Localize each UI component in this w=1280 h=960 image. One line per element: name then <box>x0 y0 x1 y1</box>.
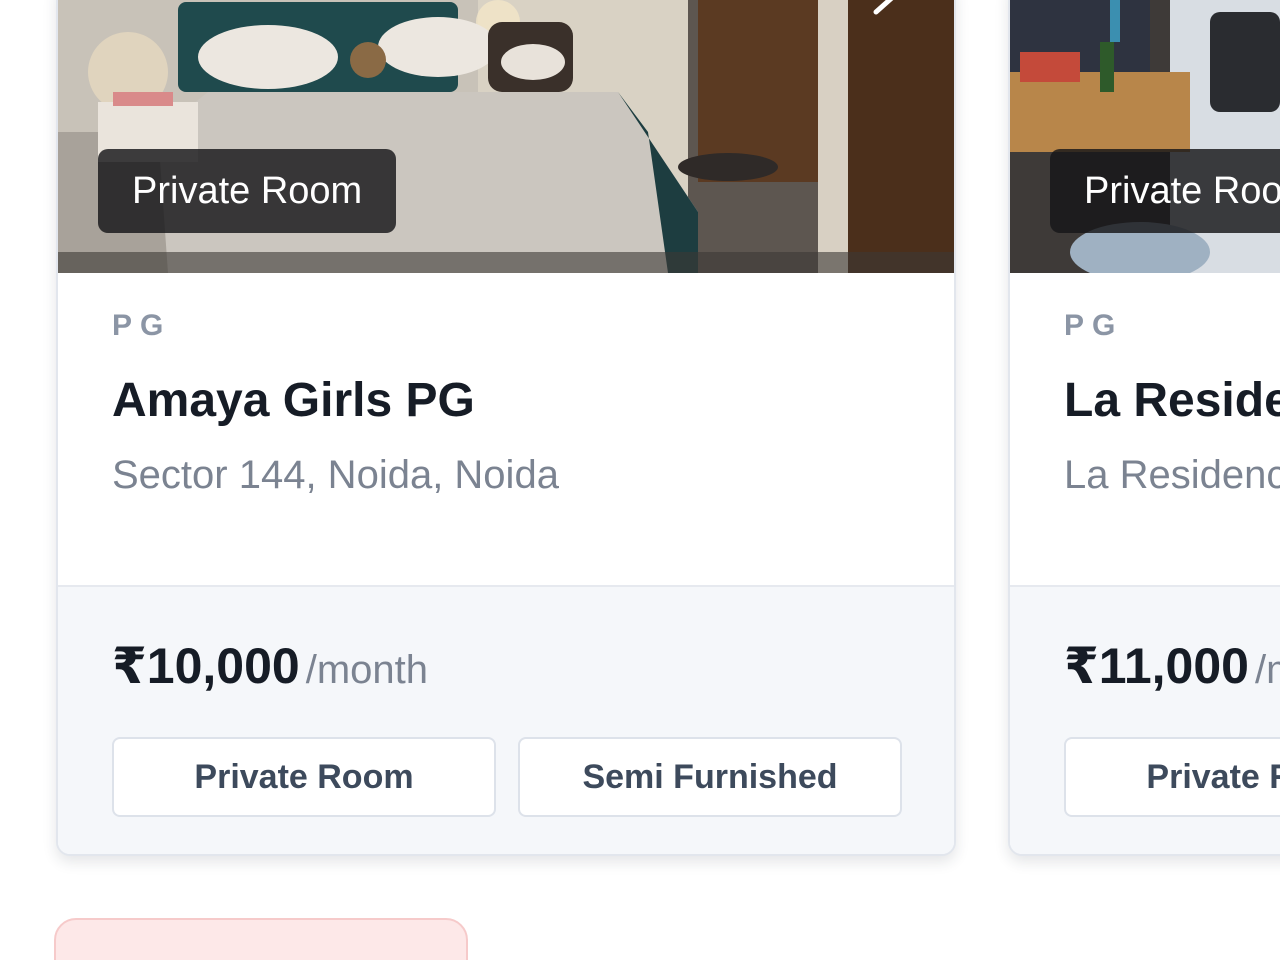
property-type-label: PG <box>1064 309 1124 342</box>
listings-viewport: Private Room PG Amaya Girls PG Sector 14… <box>0 0 1280 960</box>
room-type-badge: Private Room <box>98 149 397 233</box>
property-type-label: PG <box>112 309 172 342</box>
listing-address: Sector 144, Noida, Noida <box>112 453 559 497</box>
room-type-badge: Private Room <box>1050 149 1280 233</box>
alert-pill[interactable] <box>54 918 468 960</box>
price-unit: /month <box>305 648 429 692</box>
tag-chip-room-type[interactable]: Private Room <box>1064 737 1280 817</box>
price-unit: /month <box>1254 648 1280 692</box>
listing-info: PG Amaya Girls PG Sector 144, Noida, Noi… <box>58 273 954 585</box>
listing-info: PG La Residence La Residence <box>1010 273 1280 585</box>
listing-title[interactable]: Amaya Girls PG <box>112 373 475 428</box>
listing-address: La Residence <box>1064 453 1280 497</box>
listing-footer: ₹11,000/month Private Room <box>1010 585 1280 854</box>
listing-photo[interactable]: Private Room <box>58 0 954 273</box>
price-amount: ₹10,000 <box>112 638 300 694</box>
price-row: ₹10,000/month <box>112 637 428 695</box>
tag-chip-furnishing[interactable]: Semi Furnished <box>518 737 902 817</box>
listing-card[interactable]: Private Room PG La Residence La Residenc… <box>1008 0 1280 856</box>
listing-footer: ₹10,000/month Private Room Semi Furnishe… <box>58 585 954 854</box>
listing-card[interactable]: Private Room PG Amaya Girls PG Sector 14… <box>56 0 956 856</box>
tag-chip-room-type[interactable]: Private Room <box>112 737 496 817</box>
price-row: ₹11,000/month <box>1064 637 1280 695</box>
price-amount: ₹11,000 <box>1064 638 1249 694</box>
listing-title[interactable]: La Residence <box>1064 373 1280 428</box>
listing-photo[interactable]: Private Room <box>1010 0 1280 273</box>
